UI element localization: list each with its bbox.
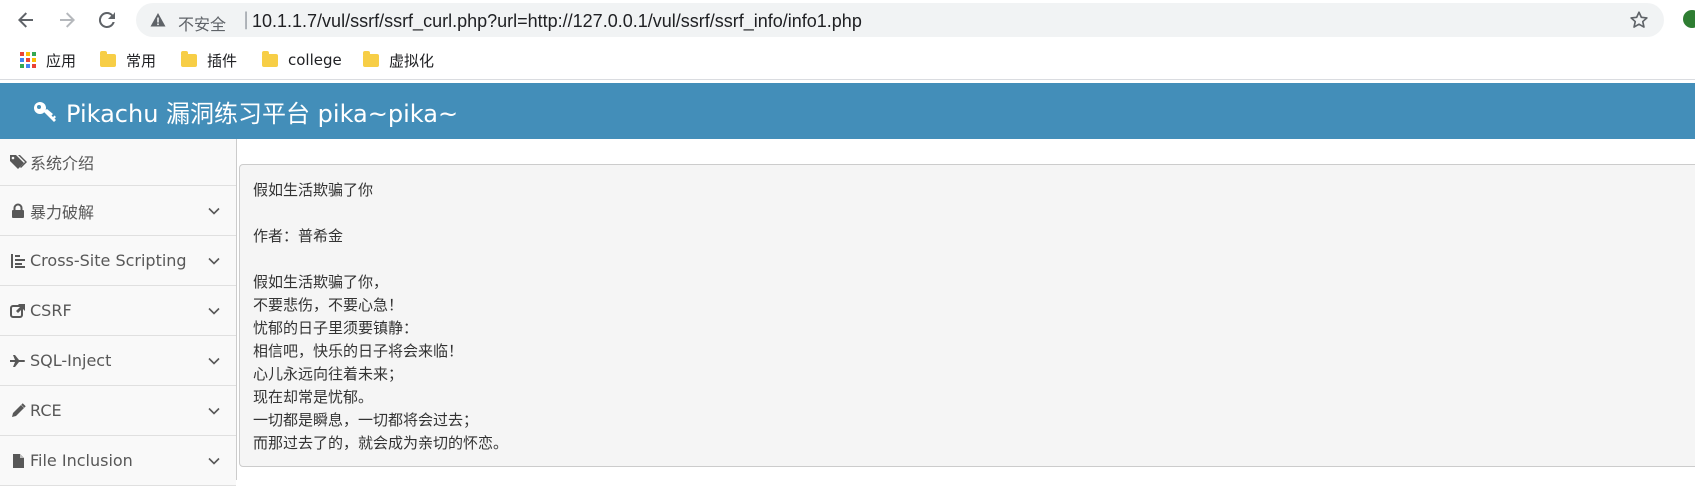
folder-icon xyxy=(262,50,278,67)
sidebar-item-sql-inject[interactable]: SQL-Inject xyxy=(0,336,236,386)
plane-icon xyxy=(9,352,27,370)
poem-author: 作者：普希金 xyxy=(253,227,344,245)
key-icon xyxy=(34,101,56,122)
bookmarks-bar: 应用 常用 插件 college 虚拟化 xyxy=(0,40,1695,80)
bookmark-folder-plugins[interactable]: 插件 xyxy=(181,50,237,70)
poem-title: 假如生活欺骗了你 xyxy=(253,181,374,199)
tags-icon xyxy=(9,153,27,171)
forward-arrow-icon[interactable] xyxy=(54,7,80,33)
chevron-down-icon[interactable] xyxy=(208,355,220,367)
sidebar-item-brute-force[interactable]: 暴力破解 xyxy=(0,186,236,236)
chevron-down-icon[interactable] xyxy=(208,455,220,467)
app-title-link[interactable]: Pikachu 漏洞练习平台 pika~pika~ xyxy=(32,94,458,129)
url-separator: | xyxy=(243,9,250,30)
sidebar-item-intro[interactable]: 系统介绍 xyxy=(0,139,236,186)
chevron-down-icon[interactable] xyxy=(208,405,220,417)
bookmark-folder-virtualization[interactable]: 虚拟化 xyxy=(363,50,434,70)
poem-panel: 假如生活欺骗了你 作者：普希金 假如生活欺骗了你， 不要悲伤，不要心急！ 忧郁的… xyxy=(239,164,1695,467)
bookmark-folder-common[interactable]: 常用 xyxy=(100,50,156,70)
bookmark-label: 应用 xyxy=(46,51,77,70)
chevron-down-icon[interactable] xyxy=(208,255,220,267)
sidebar-item-label: 系统介绍 xyxy=(30,154,95,173)
app-header: Pikachu 漏洞练习平台 pika~pika~ xyxy=(0,83,1695,139)
poem-line: 而那过去了的，就会成为亲切的怀恋。 xyxy=(253,434,509,452)
poem-line: 假如生活欺骗了你， xyxy=(253,273,389,291)
sidebar-item-rce[interactable]: RCE xyxy=(0,386,236,436)
lock-icon xyxy=(9,202,27,220)
poem-line: 不要悲伤，不要心急！ xyxy=(253,296,404,314)
browser-toolbar: 不安全 | 10.1.1.7/vul/ssrf/ssrf_curl.php?ur… xyxy=(0,0,1695,40)
sidebar-item-label: CSRF xyxy=(30,301,72,320)
bookmark-apps[interactable]: 应用 xyxy=(20,50,76,70)
bookmark-folder-college[interactable]: college xyxy=(262,50,342,70)
folder-icon xyxy=(100,50,116,67)
poem-line: 相信吧，快乐的日子将会来临！ xyxy=(253,342,464,360)
bookmark-label: 插件 xyxy=(207,51,238,70)
bookmark-star-icon[interactable] xyxy=(1628,9,1650,31)
profile-avatar-icon[interactable] xyxy=(1683,10,1695,28)
bookmark-label: 虚拟化 xyxy=(389,51,435,70)
sidebar-item-label: SQL-Inject xyxy=(30,351,112,370)
share-icon xyxy=(9,302,27,320)
sidebar-item-csrf[interactable]: CSRF xyxy=(0,286,236,336)
pencil-icon xyxy=(9,402,27,420)
apps-grid-icon xyxy=(20,52,36,68)
reload-icon[interactable] xyxy=(94,7,120,33)
sidebar-item-file-inclusion[interactable]: File Inclusion xyxy=(0,436,236,486)
sidebar-item-label: RCE xyxy=(30,401,62,420)
sidebar-item-label: File Inclusion xyxy=(30,451,133,470)
bookmark-label: 常用 xyxy=(126,51,157,70)
bookmark-label: college xyxy=(288,51,342,69)
poem-line: 一切都是瞬息，一切都将会过去； xyxy=(253,411,479,429)
poem-line: 现在却常是忧郁。 xyxy=(253,388,374,406)
chevron-down-icon[interactable] xyxy=(208,205,220,217)
chevron-down-icon[interactable] xyxy=(208,305,220,317)
warning-icon[interactable] xyxy=(150,12,166,28)
sidebar-item-label: Cross-Site Scripting xyxy=(30,251,187,270)
security-label[interactable]: 不安全 xyxy=(178,11,226,35)
poem-line: 忧郁的日子里须要镇静： xyxy=(253,319,419,337)
address-bar[interactable]: 不安全 | 10.1.1.7/vul/ssrf/ssrf_curl.php?ur… xyxy=(136,3,1664,37)
main-content: 假如生活欺骗了你 作者：普希金 假如生活欺骗了你， 不要悲伤，不要心急！ 忧郁的… xyxy=(237,139,1695,480)
sidebar-item-label: 暴力破解 xyxy=(30,202,95,222)
folder-icon xyxy=(181,50,197,67)
file-icon xyxy=(9,452,27,470)
folder-icon xyxy=(363,50,379,67)
list-indent-icon xyxy=(9,252,27,270)
back-arrow-icon[interactable] xyxy=(13,7,39,33)
sidebar: 系统介绍 暴力破解 Cross-Site Scripting CSRF SQL-… xyxy=(0,139,237,486)
url-text[interactable]: 10.1.1.7/vul/ssrf/ssrf_curl.php?url=http… xyxy=(252,11,862,32)
app-title: Pikachu 漏洞练习平台 pika~pika~ xyxy=(66,100,459,128)
poem-line: 心儿永远向往着未来； xyxy=(253,365,404,383)
sidebar-item-xss[interactable]: Cross-Site Scripting xyxy=(0,236,236,286)
